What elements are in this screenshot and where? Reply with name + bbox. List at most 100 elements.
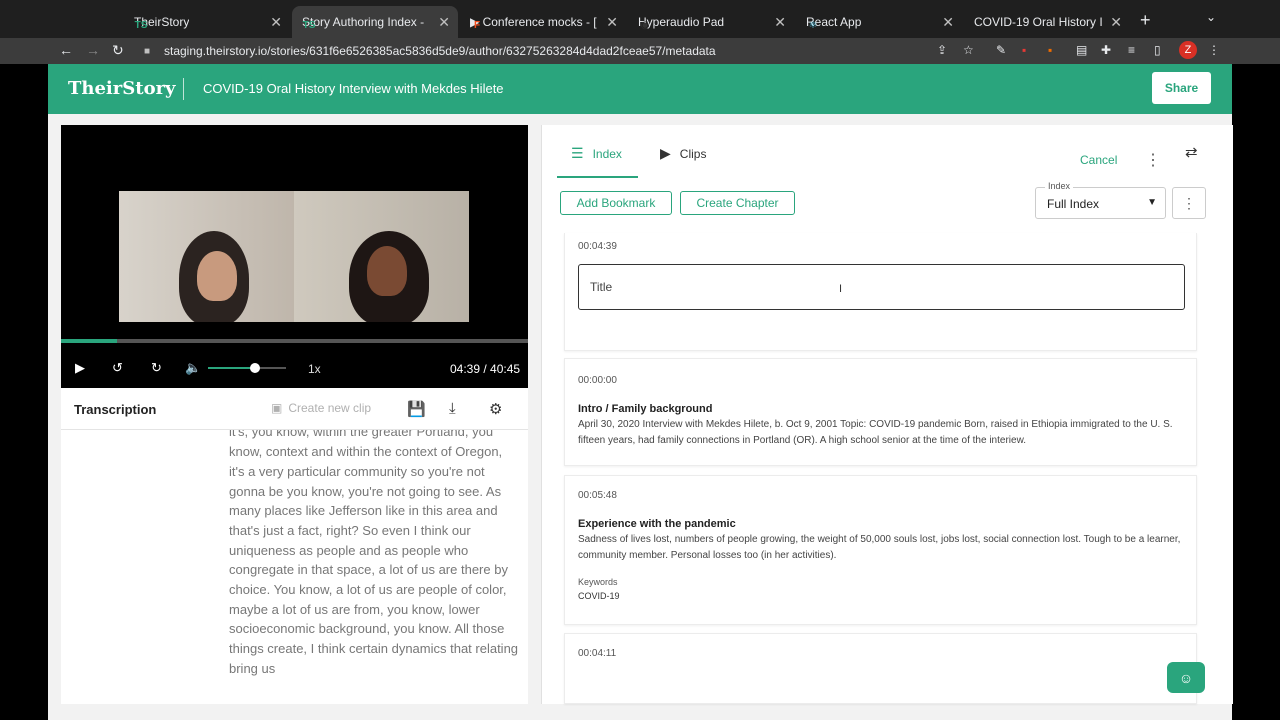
text-cursor-icon: I: [839, 283, 843, 295]
chapter-card[interactable]: 00:05:48 Experience with the pandemic Sa…: [564, 475, 1197, 625]
download-icon[interactable]: ⤓: [449, 400, 456, 417]
create-clip-button[interactable]: ▣ Create new clip: [271, 401, 371, 415]
profile-avatar[interactable]: Z: [1179, 41, 1197, 59]
dropdown-arrow-icon: ▼: [1147, 197, 1157, 208]
volume-fill: [208, 367, 255, 369]
swap-arrows-icon[interactable]: ⇄: [1185, 143, 1198, 161]
progress-fill: [61, 339, 118, 343]
tab-label: Clips: [679, 146, 707, 161]
close-icon[interactable]: ✕: [270, 14, 282, 31]
volume-knob[interactable]: [249, 363, 260, 373]
create-chapter-button[interactable]: Create Chapter: [680, 191, 795, 215]
add-bookmark-button[interactable]: Add Bookmark: [560, 191, 672, 215]
select-value: Full Index: [1047, 197, 1100, 211]
tab-clips[interactable]: ▶ Clips: [660, 145, 706, 162]
volume-slider[interactable]: [208, 363, 286, 373]
browser-tab-bar: TS TheirStory ✕ TS Story Authoring Index…: [0, 0, 1280, 38]
rewind-icon[interactable]: ↺: [112, 360, 123, 376]
chapter-edit-card: 00:04:39 Title I: [564, 233, 1197, 351]
transcription-header: Transcription ▣ Create new clip 💾 ⤓ ⚙: [61, 388, 528, 430]
new-tab-icon[interactable]: +: [1140, 10, 1151, 31]
app-header: TheirStory COVID-19 Oral History Intervi…: [48, 64, 1232, 114]
volume-icon[interactable]: 🔈: [185, 360, 201, 376]
star-icon[interactable]: ☆: [963, 43, 974, 57]
index-more-button[interactable]: ⋮: [1172, 187, 1206, 219]
forward-arrow-icon[interactable]: →: [86, 42, 100, 58]
reload-icon[interactable]: ↻: [112, 42, 124, 59]
menu-dots-icon[interactable]: ⋮: [1208, 43, 1220, 57]
chapter-title-input[interactable]: Title I: [578, 264, 1185, 310]
video-clip-icon: ▶: [660, 145, 671, 161]
browser-tab[interactable]: F ▶ Conference mocks - [ ✕: [460, 6, 626, 38]
tab-index[interactable]: ☰ Index: [571, 145, 622, 162]
time-display: 04:39 / 40:45: [450, 362, 521, 376]
browser-tab[interactable]: TS TheirStory ✕: [124, 6, 290, 38]
transcription-title: Transcription: [74, 402, 157, 417]
chapter-timestamp: 00:04:11: [578, 648, 617, 659]
create-clip-label: Create new clip: [288, 401, 372, 415]
cancel-button[interactable]: Cancel: [1080, 153, 1117, 167]
list-icon: ☰: [571, 145, 584, 161]
chapter-title: Experience with the pandemic: [578, 518, 736, 530]
react-favicon-icon: ⚛: [808, 19, 818, 31]
close-icon[interactable]: ✕: [942, 14, 954, 31]
chapter-description: Sadness of lives lost, numbers of people…: [578, 534, 1181, 561]
browser-tab-active[interactable]: TS Story Authoring Index - ✕: [292, 6, 458, 38]
chapter-description: April 30, 2020 Interview with Mekdes Hil…: [578, 419, 1173, 446]
save-icon[interactable]: 💾: [407, 400, 426, 418]
close-icon[interactable]: ✕: [438, 14, 450, 31]
chapter-card[interactable]: 00:00:00 Intro / Family background April…: [564, 358, 1197, 466]
back-arrow-icon[interactable]: ←: [59, 42, 73, 58]
active-tab-indicator: [557, 176, 638, 178]
tab-label: Story Authoring Index -: [302, 15, 425, 29]
transcript-text[interactable]: color that Jefferson is a pretty like it…: [229, 388, 519, 679]
pen-extension-icon[interactable]: ✎: [996, 43, 1006, 57]
reading-list-icon[interactable]: ≡: [1128, 43, 1135, 57]
header-divider: [183, 78, 184, 100]
document-extension-icon[interactable]: ▤: [1076, 43, 1087, 57]
select-label: Index: [1045, 181, 1074, 191]
share-button[interactable]: Share: [1152, 72, 1211, 104]
figma-favicon-icon: F: [473, 19, 481, 31]
url-field[interactable]: ■ staging.theirstory.io/stories/631f6e65…: [138, 40, 958, 62]
browser-tab[interactable]: ◉ Hyperaudio Pad ✕: [628, 6, 794, 38]
chevron-down-icon[interactable]: ⌄: [1206, 10, 1216, 24]
app-container: TheirStory COVID-19 Oral History Intervi…: [48, 64, 1233, 720]
chapter-timestamp: 00:05:48: [578, 490, 617, 501]
close-icon[interactable]: ✕: [1110, 14, 1122, 31]
extension-icon[interactable]: ▪: [1048, 43, 1052, 57]
page-title: COVID-19 Oral History Interview with Mek…: [203, 81, 504, 96]
video-progress-bar[interactable]: [61, 339, 528, 343]
url-text: staging.theirstory.io/stories/631f6e6526…: [164, 44, 716, 58]
video-player[interactable]: ▶ ↺ ↻ 🔈 1x 04:39 / 40:45: [61, 125, 528, 388]
chapter-card[interactable]: 00:04:11: [564, 633, 1197, 704]
loading-spinner-icon: ○: [977, 19, 985, 31]
person-face: [197, 251, 237, 301]
lock-icon: ■: [144, 46, 151, 57]
share-page-icon[interactable]: ⇪: [937, 43, 947, 57]
chat-widget-icon[interactable]: ☺: [1167, 662, 1205, 693]
playback-rate[interactable]: 1x: [308, 362, 321, 376]
more-options-icon[interactable]: ⋮: [1145, 150, 1161, 170]
close-icon[interactable]: ✕: [606, 14, 618, 31]
forward-icon[interactable]: ↻: [151, 360, 162, 376]
index-select[interactable]: Index Full Index ▼: [1035, 181, 1166, 219]
browser-tab[interactable]: ○ COVID-19 Oral History I ✕: [964, 6, 1130, 38]
theirstory-favicon-icon: TS: [302, 19, 316, 31]
gear-icon[interactable]: ⚙: [489, 400, 502, 418]
extension-icon[interactable]: ▪: [1022, 43, 1026, 57]
chapter-timestamp: 00:04:39: [578, 241, 617, 252]
address-bar: ← → ↻ ■ staging.theirstory.io/stories/63…: [0, 38, 1280, 64]
theirstory-favicon-icon: TS: [134, 19, 148, 31]
transcription-panel: Transcription ▣ Create new clip 💾 ⤓ ⚙ co…: [61, 388, 528, 704]
puzzle-icon[interactable]: ✚: [1101, 43, 1111, 57]
play-icon[interactable]: ▶: [75, 360, 85, 376]
app-logo[interactable]: TheirStory: [68, 78, 176, 99]
side-panel-icon[interactable]: ▯: [1154, 43, 1161, 57]
title-placeholder: Title: [590, 280, 613, 294]
video-frame[interactable]: [119, 191, 469, 322]
keywords-label: Keywords: [578, 577, 618, 587]
browser-tab[interactable]: ⚛ React App ✕: [796, 6, 962, 38]
chapter-title: Intro / Family background: [578, 403, 713, 415]
close-icon[interactable]: ✕: [774, 14, 786, 31]
